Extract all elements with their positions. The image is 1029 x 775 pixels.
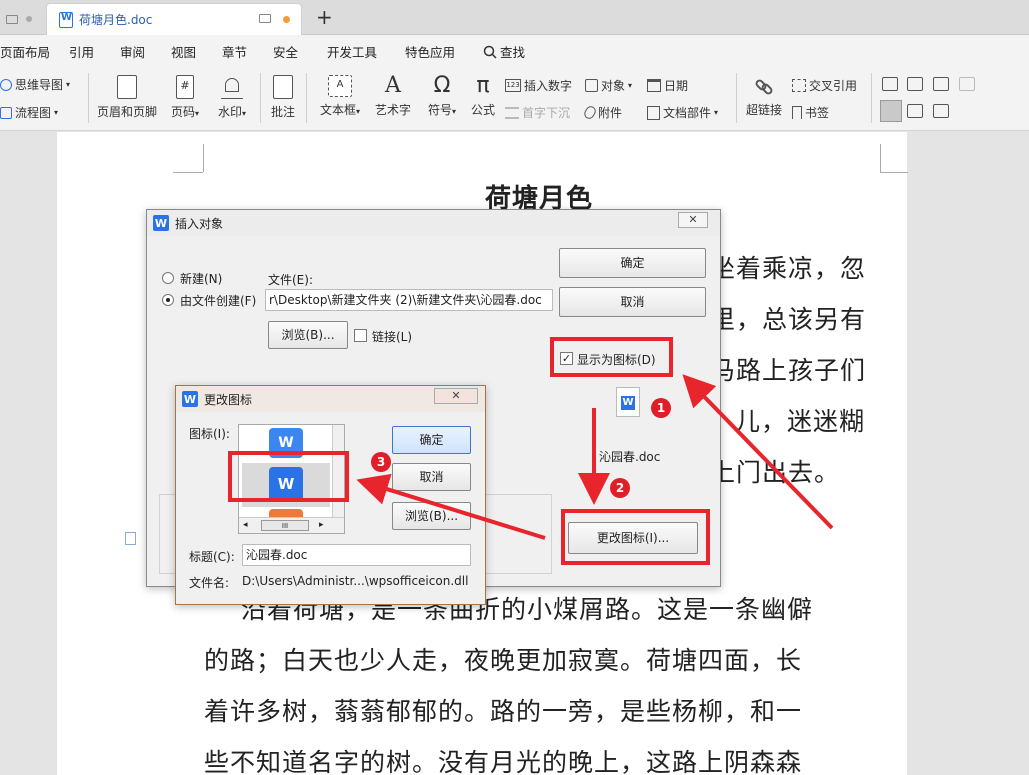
step-badge-1: 1 bbox=[651, 398, 671, 418]
step-badge-3: 3 bbox=[371, 452, 391, 472]
arrow-1 bbox=[682, 374, 834, 530]
step-badge-2: 2 bbox=[610, 478, 630, 498]
annotation-arrows bbox=[356, 374, 834, 540]
arrow-3 bbox=[356, 473, 546, 540]
